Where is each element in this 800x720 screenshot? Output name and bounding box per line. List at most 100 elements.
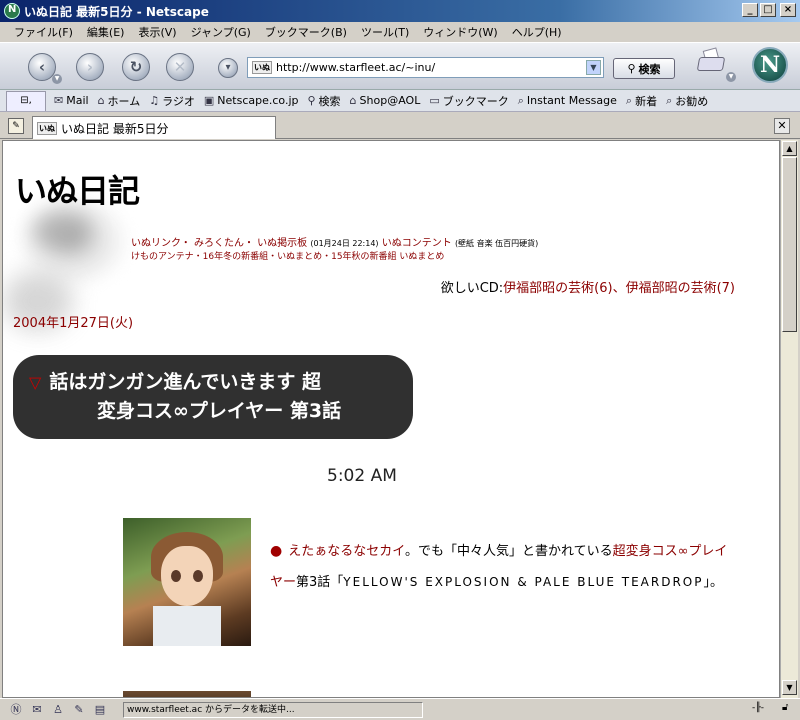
bookmark-label: 検索 [318,94,341,108]
close-tab-icon[interactable]: ✕ [774,118,790,134]
security-lock-icon[interactable]: 🔓︎ [782,702,796,716]
anime-thumbnail-image[interactable] [123,518,251,646]
aim-icon[interactable]: ♙ [50,703,66,717]
bookmarks-toolbar: ⊟, ✉ Mail ⌂ ホーム ♫ ラジオ ▣ Netscape.co.jp ⚲ 検索 ⌂… [0,90,800,112]
window-controls: _ □ × [742,3,796,17]
search-icon: ⚲ [307,94,316,107]
tab-favicon-icon: いぬ [37,121,57,135]
bookmark-icon: ⌕ [517,93,524,107]
bookmark-icon: ⌕ [666,93,673,107]
my-icon: ▣ [203,94,215,107]
bookmark-search[interactable]: ⚲ 検索 [307,93,340,109]
vertical-scrollbar[interactable]: ▲ ▼ [780,140,798,698]
print-icon[interactable] [696,47,726,75]
menu-bookmarks[interactable]: ブックマーク(B) [265,24,347,40]
menu-tools[interactable]: ツール(T) [361,24,409,40]
url-bar[interactable]: いぬ ▼ [247,57,604,78]
bookmark-instant-message[interactable]: ⌕ Instant Message [518,94,617,108]
bookmark-radio[interactable]: ♫ ラジオ [149,93,195,109]
address-book-icon[interactable]: ▤ [92,703,108,717]
body-text-3: 」。 [703,575,723,590]
search-button-label: 検索 [638,62,661,76]
contents-note: (壁紙 音楽 伍百円硬貨) [454,239,539,248]
home-icon: ⌂ [97,94,105,107]
toolbar-grip-icon[interactable]: ⊟, [6,90,46,111]
page-viewport: いぬ日記 いぬリンク・ みろくたん・ いぬ掲示板 (01月24日 22:14) … [2,140,780,698]
site-links-row2[interactable]: けものアンテナ・16年冬の新番組・いぬまとめ・15年秋の新番組 いぬまとめ [131,249,444,262]
bookmark-label: Mail [66,94,89,107]
bookmark-recommend[interactable]: ⌕ お勧め [666,93,708,109]
link-eternal-sekai[interactable]: えたぁなるなセカイ [288,544,405,559]
entry-date: 2004年1月27日(火) [13,316,134,331]
body-text-2: 第3話「 [296,575,344,590]
scroll-down-icon[interactable]: ▼ [782,680,797,695]
entry-body: ● えたぁなるなセカイ。でも「中々人気」と書かれている超変身コス∞プレイヤー第3話… [270,536,730,598]
back-dropdown-icon[interactable]: ▼ [52,74,62,84]
bookmark-folder[interactable]: ▭ ブックマーク [429,93,508,109]
menu-window[interactable]: ウィンドウ(W) [423,24,497,40]
bookmark-label: ラジオ [162,94,195,108]
bookmark-netscape[interactable]: ▣ Netscape.co.jp [204,94,299,107]
folder-icon: ▭ [429,94,440,107]
entry-title-line2: 変身コス∞プレイヤー 第3話 [97,400,342,422]
print-dropdown-icon[interactable]: ▼ [726,72,736,82]
menu-bar: ファイル(F) 編集(E) 表示(V) ジャンプ(G) ブックマーク(B) ツー… [0,22,800,42]
bullet-icon: ● [270,543,283,559]
site-favicon-icon: いぬ [252,61,272,74]
search-icon: ⚲ [627,62,636,75]
stop-icon[interactable]: ✕ [166,53,194,81]
menu-file[interactable]: ファイル(F) [14,24,73,40]
second-thumbnail-image[interactable] [123,691,251,697]
shop-icon: ⌂ [349,94,357,107]
bookmark-shop[interactable]: ⌂ Shop@AOL [350,94,421,107]
bookmark-icon: ⌕ [625,93,633,107]
composer-icon[interactable]: ✎ [71,703,87,717]
status-bar: Ⓝ ✉ ♙ ✎ ▤ www.starfleet.ac からデータを転送中... … [0,698,800,720]
wanted-cd-label: 欲しいCD: [440,281,504,296]
maximize-button[interactable]: □ [760,3,776,17]
radio-icon: ♫ [149,94,160,107]
scroll-thumb[interactable] [782,157,797,332]
close-button[interactable]: × [780,3,796,17]
forward-icon[interactable]: › [76,53,104,81]
wanted-cd: 欲しいCD:伊福部昭の芸術(6)、伊福部昭の芸術(7) [441,277,735,296]
bookmark-label: お勧め [675,94,709,108]
menu-go[interactable]: ジャンプ(G) [191,24,251,40]
minimize-button[interactable]: _ [742,3,758,17]
menu-edit[interactable]: 編集(E) [87,24,125,40]
bbs-updated-time: (01月24日 22:14) [310,239,379,248]
netscape-logo-icon[interactable]: N [752,47,788,83]
bookmark-label: Shop@AOL [359,94,421,107]
tab-inu-diary[interactable]: いぬ いぬ日記 最新5日分 [32,116,276,139]
wanted-cd-links[interactable]: 伊福部昭の芸術(6)、伊福部昭の芸術(7) [503,281,735,296]
menu-view[interactable]: 表示(V) [138,24,176,40]
bookmark-home[interactable]: ⌂ ホーム [98,93,141,109]
nav-links-main[interactable]: いぬリンク・ みろくたん・ いぬ掲示板 [131,238,307,249]
triangle-marker-icon: ▽ [29,373,42,392]
url-dropdown-icon[interactable]: ▼ [586,60,601,75]
connection-icon: -╟- [752,703,764,713]
bookmark-label: 新着 [635,94,658,108]
url-input[interactable] [276,61,576,74]
scroll-up-icon[interactable]: ▲ [782,141,797,156]
menu-help[interactable]: ヘルプ(H) [512,24,562,40]
navigator-icon[interactable]: Ⓝ [8,703,24,717]
new-tab-icon[interactable]: ✎ [8,118,24,134]
tab-bar: ✎ いぬ いぬ日記 最新5日分 ✕ [0,113,800,139]
netscape-app-icon[interactable] [4,3,20,19]
nav-link-contents[interactable]: いぬコンテント [382,238,452,249]
url-history-icon[interactable]: ▾ [218,58,238,78]
mail-icon[interactable]: ✉ [29,703,45,717]
bookmark-label: Instant Message [526,94,617,107]
mail-icon: ✉ [54,94,64,107]
window-title: いぬ日記 最新5日分 - Netscape [24,4,209,19]
search-button[interactable]: ⚲ 検索 [613,58,675,79]
bookmark-label: ブックマーク [442,94,509,108]
site-links-row1: いぬリンク・ みろくたん・ いぬ掲示板 (01月24日 22:14) いぬコンテ… [131,234,538,249]
reload-icon[interactable]: ↻ [122,53,150,81]
bookmark-mail[interactable]: ✉ Mail [54,94,89,107]
episode-title: YELLOW'S EXPLOSION & PALE BLUE TEARDROP [343,575,704,589]
bookmark-new[interactable]: ⌕ 新着 [626,93,657,109]
site-title: いぬ日記 [15,172,140,210]
entry-title-line1: 話はガンガン進んでいきます 超 [49,371,321,393]
